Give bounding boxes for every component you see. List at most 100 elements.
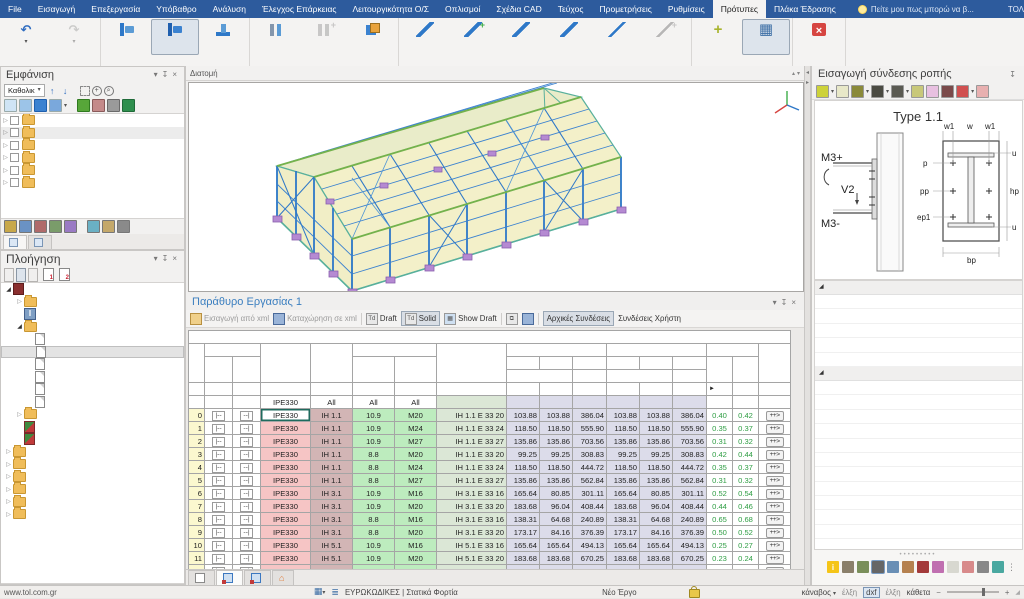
type-cell[interactable]: IH 1.1 (311, 422, 353, 435)
filter-cell[interactable] (233, 396, 261, 409)
property-group-header[interactable]: ◢ (815, 281, 1022, 295)
grid-khaki-icon[interactable] (911, 85, 924, 98)
diameter-cell[interactable]: M24 (395, 461, 437, 474)
section-cell[interactable]: IPE330 (261, 500, 311, 513)
square-maroon-icon[interactable] (941, 85, 954, 98)
settings-icon[interactable] (872, 561, 884, 573)
row-index-cell[interactable]: 5 (189, 474, 205, 487)
cr-cell[interactable]: 0.24 (733, 552, 759, 565)
cube-solid-icon[interactable] (34, 99, 47, 112)
code-cell[interactable]: IH 5.1 E 33 16 (437, 539, 507, 552)
value-cell[interactable]: 703.56 (673, 435, 707, 448)
go-to-connection-button[interactable]: ++> (766, 463, 784, 473)
value-cell[interactable]: 165.64 (607, 539, 640, 552)
zoom-slider-thumb[interactable] (982, 588, 985, 596)
type-cell[interactable]: IH 1.1 (311, 435, 353, 448)
cell[interactable]: |-- (205, 435, 233, 448)
model-green-icon[interactable] (77, 99, 90, 112)
section-cell[interactable]: IPE330 (261, 526, 311, 539)
work-tab-1[interactable] (188, 570, 215, 585)
list-icon[interactable]: ≣ (331, 587, 339, 598)
cr-cell[interactable]: 0.65 (707, 513, 733, 526)
row-index-cell[interactable]: 1 (189, 422, 205, 435)
code-cell[interactable]: IH 1.1 E 33 20 (437, 409, 507, 422)
checkbox-icon[interactable] (10, 153, 19, 162)
code-cell[interactable]: IH 1.1 E 33 27 (437, 474, 507, 487)
value-cell[interactable]: 670.25 (573, 552, 607, 565)
chevron-down-icon[interactable]: ▾ (152, 67, 160, 83)
value-cell[interactable]: 135.86 (607, 474, 640, 487)
value-cell[interactable]: 165.64 (507, 487, 540, 500)
section-cell[interactable]: IPE330 (261, 461, 311, 474)
code-cell[interactable]: IH 3.1 E 33 16 (437, 513, 507, 526)
cr-cell[interactable]: 0.46 (733, 500, 759, 513)
ribbon-button-diagonal-brace[interactable] (401, 19, 449, 55)
website-link[interactable]: www.tol.com.gr (4, 588, 57, 597)
type-cell[interactable]: IH 3.1 (311, 526, 353, 539)
cell[interactable]: |-- (205, 409, 233, 422)
scroll-down-icon[interactable]: ▾ (797, 70, 800, 77)
diameter-cell[interactable]: M16 (395, 539, 437, 552)
cr-cell[interactable]: 0.52 (733, 526, 759, 539)
diameter-cell[interactable]: M20 (395, 552, 437, 565)
chevron-down-icon[interactable]: ▾ (771, 298, 779, 307)
menu-item-3[interactable]: Επεξεργασία (83, 0, 148, 18)
value-cell[interactable]: 99.25 (607, 448, 640, 461)
menu-item-5[interactable]: Ανάλυση (205, 0, 254, 18)
value-cell[interactable]: 183.68 (507, 500, 540, 513)
row-index-cell[interactable]: 0 (189, 409, 205, 422)
value-cell[interactable]: 118.50 (607, 461, 640, 474)
go-to-connection-button[interactable]: ++> (766, 424, 784, 434)
display-tree-item[interactable]: ▷ (1, 114, 184, 127)
quality-cell[interactable]: 8.8 (353, 513, 395, 526)
snap-toggle[interactable]: έλξη (842, 588, 857, 597)
cell[interactable]: |-- (205, 526, 233, 539)
nav-tree-item[interactable]: ◢ (1, 321, 184, 334)
cr-cell[interactable]: 0.35 (707, 461, 733, 474)
chevron-down-icon[interactable]: ▾ (64, 102, 67, 109)
code-cell[interactable]: IH 1.1 E 33 24 (437, 461, 507, 474)
info-icon[interactable]: i (827, 561, 839, 573)
filter-cell[interactable] (673, 396, 707, 409)
value-cell[interactable]: 138.31 (507, 513, 540, 526)
filter-cell[interactable] (607, 396, 640, 409)
display-tab-2[interactable] (28, 235, 52, 249)
work-tab-3[interactable] (244, 570, 271, 585)
value-cell[interactable]: 135.86 (507, 474, 540, 487)
filter-cell[interactable] (540, 396, 573, 409)
select-area-icon[interactable] (19, 220, 32, 233)
value-cell[interactable]: 301.11 (673, 487, 707, 500)
nav-tree-item[interactable] (1, 333, 184, 346)
quality-cell[interactable]: 10.9 (353, 500, 395, 513)
go-to-connection-button[interactable]: ++> (766, 489, 784, 499)
nav-tree-item[interactable]: I (1, 308, 184, 321)
cube-multi-icon[interactable] (49, 99, 62, 112)
nav-tree-item[interactable] (1, 358, 184, 371)
value-cell[interactable]: 135.86 (640, 435, 673, 448)
value-cell[interactable]: 183.68 (640, 552, 673, 565)
quality-cell[interactable]: 8.8 (353, 474, 395, 487)
nav-filter-2[interactable] (16, 268, 26, 282)
cr-cell[interactable]: 0.68 (733, 513, 759, 526)
plate-dark2-icon[interactable] (891, 85, 904, 98)
code-cell[interactable]: IH 3.1 E 33 16 (437, 487, 507, 500)
value-cell[interactable]: 103.88 (540, 409, 573, 422)
section-cell[interactable]: IPE330 (261, 513, 311, 526)
more-icon[interactable]: ⋮ (1007, 562, 1016, 573)
value-cell[interactable]: 165.64 (507, 539, 540, 552)
value-cell[interactable]: 183.68 (607, 552, 640, 565)
vertical-toggle[interactable]: κάθετα (907, 588, 931, 597)
filter-cell[interactable] (759, 396, 791, 409)
quality-cell[interactable]: 10.9 (353, 552, 395, 565)
color-wheel-icon[interactable] (992, 561, 1004, 573)
scope-dropdown[interactable]: Καθολικ▾ (4, 84, 45, 97)
code-cell[interactable]: IH 5.1 E 33 20 (437, 552, 507, 565)
value-cell[interactable]: 80.85 (640, 487, 673, 500)
filter-cell[interactable] (205, 396, 233, 409)
save-icon[interactable] (522, 313, 534, 325)
zoom-extents-icon[interactable]: + (92, 86, 102, 96)
value-cell[interactable]: 183.68 (507, 552, 540, 565)
diameter-cell[interactable]: M16 (395, 487, 437, 500)
value-cell[interactable]: 135.86 (607, 435, 640, 448)
lock-icon[interactable] (689, 589, 700, 598)
